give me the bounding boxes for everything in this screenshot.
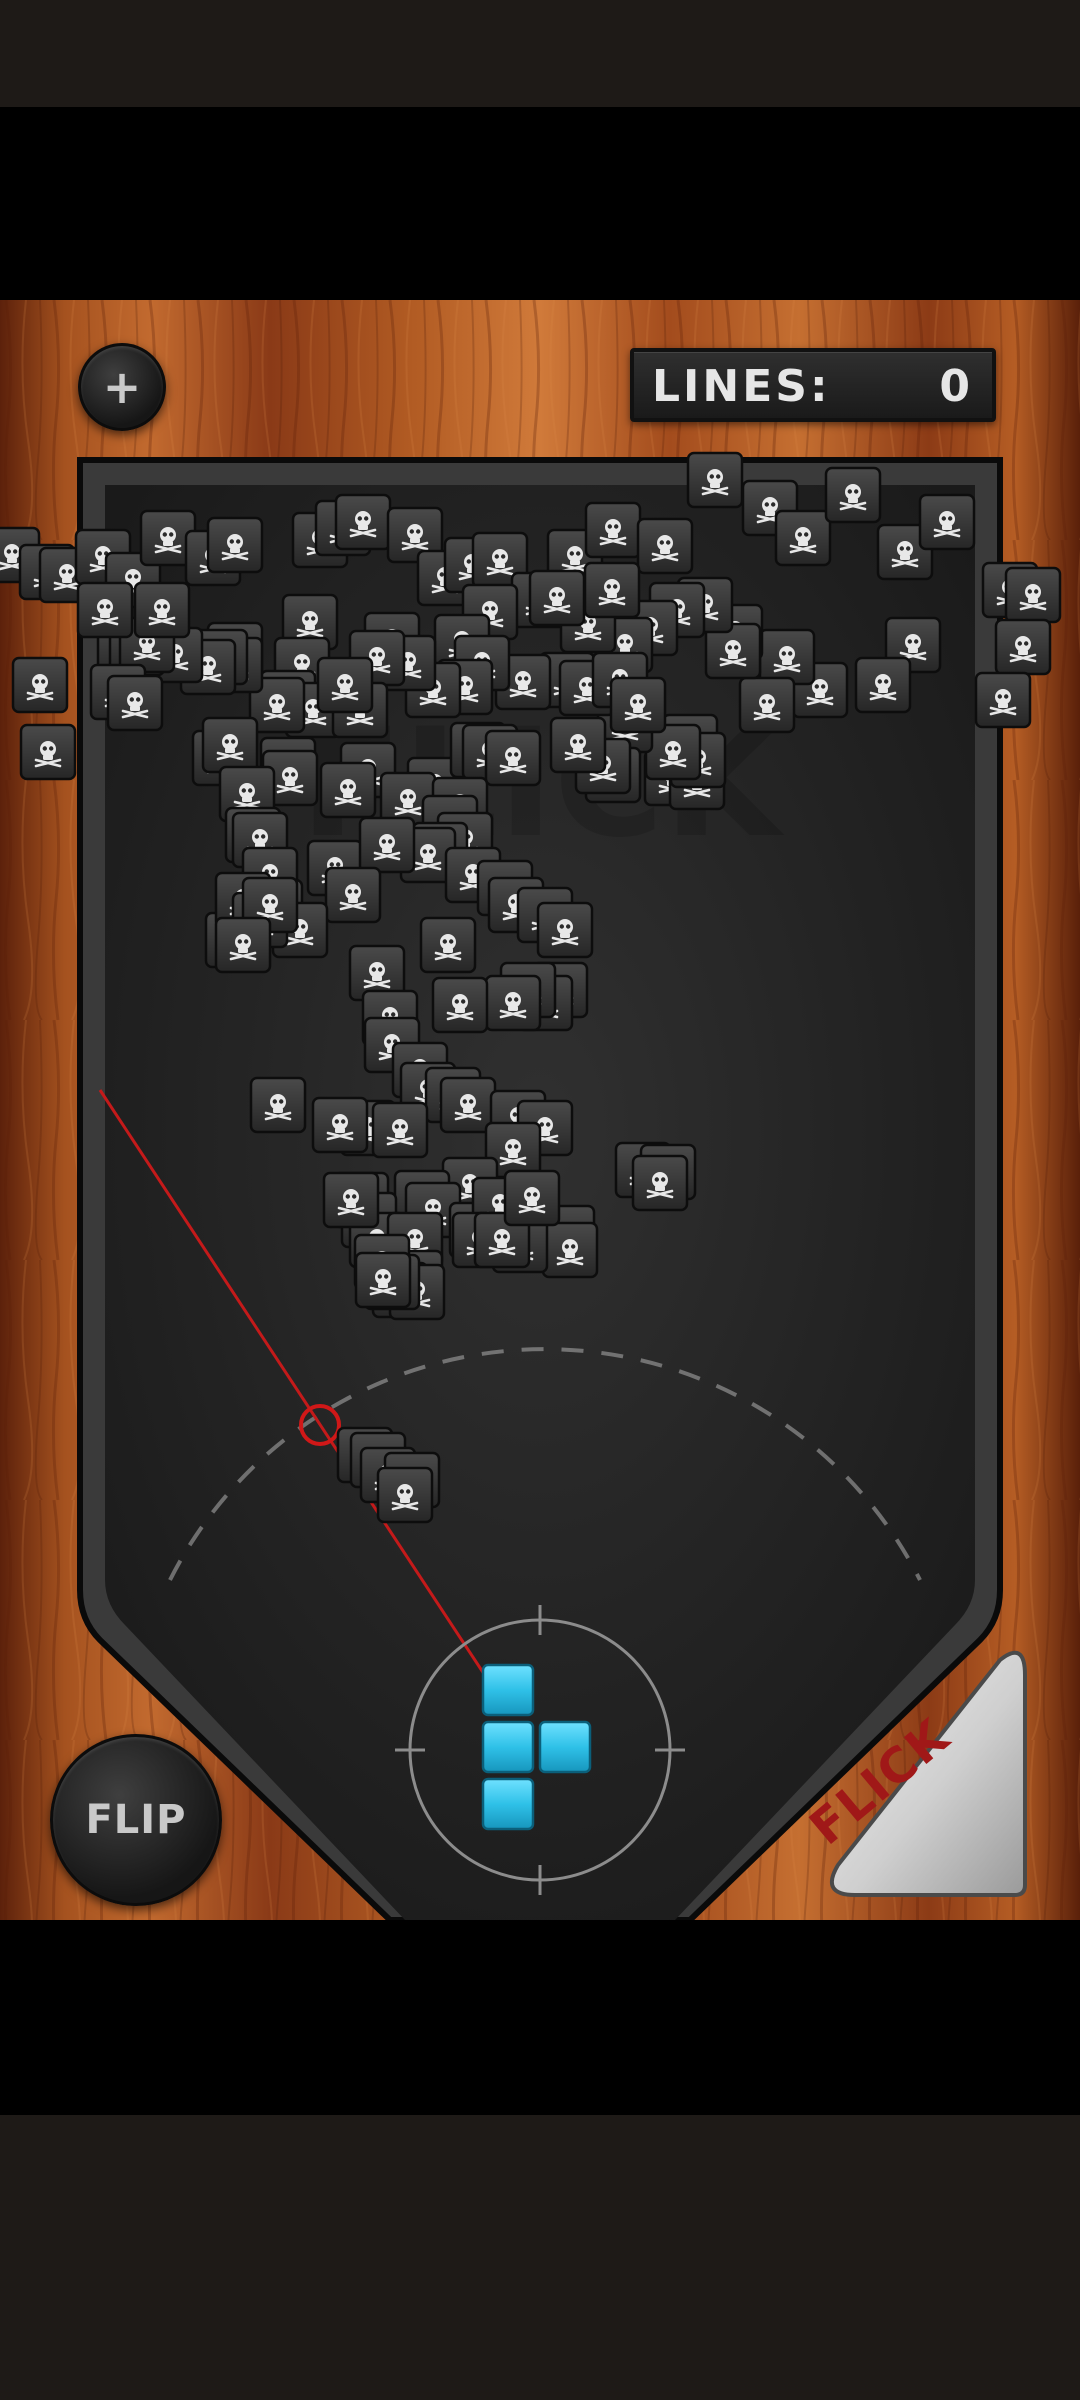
skull-block: [106, 674, 164, 732]
skull-block: [354, 1251, 412, 1309]
skull-block: [76, 581, 134, 639]
lines-value: 0: [939, 361, 970, 412]
skull-block: [358, 816, 416, 874]
skull-block: [636, 517, 694, 575]
skull-block: [133, 581, 191, 639]
skull-block: [419, 916, 477, 974]
skull-block: [319, 761, 377, 819]
skull-block: [503, 1169, 561, 1227]
skull-block: [484, 974, 542, 1032]
lines-counter: LINES: 0: [630, 348, 996, 422]
skull-block: [528, 569, 586, 627]
skull-block: [11, 656, 69, 714]
skull-block: [484, 729, 542, 787]
skull-block: [431, 976, 489, 1034]
skull-block: [541, 1221, 599, 1279]
skull-block: [854, 656, 912, 714]
skull-block: [311, 1096, 369, 1154]
skull-block: [549, 716, 607, 774]
piece-cell: [481, 1663, 535, 1717]
skull-block: [536, 901, 594, 959]
plus-icon: +: [102, 360, 142, 414]
skull-block: [249, 1076, 307, 1134]
skull-block: [19, 723, 77, 781]
game-area: FLICK + LINES: 0 FLIP FLICK: [0, 300, 1080, 1920]
game-screen: FLICK + LINES: 0 FLIP FLICK: [0, 0, 1080, 2400]
lines-label: LINES:: [652, 361, 831, 412]
skull-block: [334, 493, 392, 551]
flip-label: FLIP: [85, 1797, 187, 1843]
piece-cell: [538, 1720, 592, 1774]
skull-block: [584, 501, 642, 559]
skull-block: [214, 916, 272, 974]
skull-block: [583, 561, 641, 619]
skull-block: [631, 1154, 689, 1212]
skull-block: [994, 618, 1052, 676]
game-canvas: FLICK: [0, 300, 1080, 1920]
skull-block: [376, 1466, 434, 1524]
skull-block: [774, 509, 832, 567]
skull-block: [758, 628, 816, 686]
skull-block: [316, 656, 374, 714]
add-button[interactable]: +: [78, 343, 166, 431]
navigation-bar-area: [0, 2115, 1080, 2400]
piece-cell: [481, 1720, 535, 1774]
skull-block: [738, 676, 796, 734]
skull-block: [918, 493, 976, 551]
skull-block: [201, 716, 259, 774]
skull-block: [974, 671, 1032, 729]
skull-block: [322, 1171, 380, 1229]
flip-button[interactable]: FLIP: [50, 1734, 222, 1906]
skull-block: [206, 516, 264, 574]
skull-block: [1004, 566, 1062, 624]
skull-block: [824, 466, 882, 524]
skull-block: [686, 451, 744, 509]
status-bar-area: [0, 0, 1080, 107]
piece-cell: [481, 1777, 535, 1831]
skull-block: [324, 866, 382, 924]
skull-block: [371, 1101, 429, 1159]
skull-block: [609, 676, 667, 734]
